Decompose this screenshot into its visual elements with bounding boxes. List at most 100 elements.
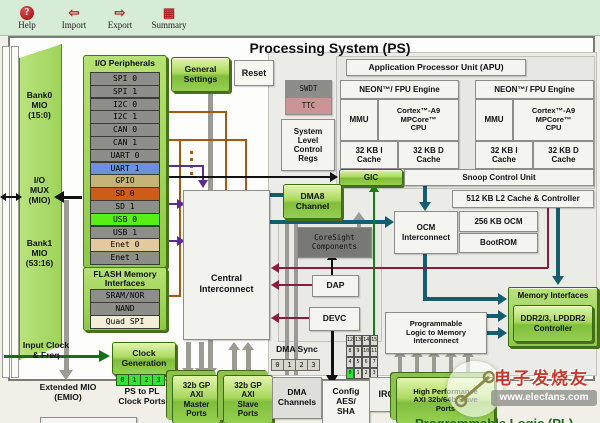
devc-box: DEVC (309, 307, 360, 331)
arrowhead (498, 293, 507, 305)
irq-cell[interactable]: 15 (370, 335, 379, 346)
gic-button[interactable]: GIC (339, 169, 403, 186)
arrowhead (198, 180, 208, 188)
ddr-controller-button[interactable]: DDR2/3, LPDDR2 Controller (513, 305, 593, 342)
irq-cell-active[interactable]: 0 (346, 368, 355, 379)
line (279, 267, 548, 269)
peripheral-gpio[interactable]: GPIO (90, 174, 160, 188)
flash-nand[interactable]: NAND (90, 302, 160, 316)
line (398, 356, 402, 376)
mmu-right: MMU (475, 99, 513, 141)
irq-cell[interactable]: 13 (354, 335, 363, 346)
input-clock-label: Input Clock & Freq (22, 340, 70, 361)
flash-quad-spi[interactable]: Quad SPI (90, 315, 160, 329)
icache-right: 32 KB I Cache (475, 141, 533, 169)
irq-cell[interactable]: 7 (370, 357, 379, 368)
dcache-left: 32 KB D Cache (398, 141, 459, 169)
irq-cell[interactable]: 4 (346, 357, 355, 368)
ttc-box: TTC (285, 97, 332, 115)
import-button[interactable]: ⇦ Import (52, 2, 96, 33)
peripheral-spi0[interactable]: SPI 0 (90, 72, 160, 86)
peripheral-spi1[interactable]: SPI 1 (90, 84, 160, 99)
line (423, 252, 427, 299)
arrowhead (271, 280, 279, 290)
flash-sram-nor[interactable]: SRAM/NOR (90, 289, 160, 303)
line (279, 317, 309, 319)
irq-cell[interactable]: 8 (346, 346, 355, 357)
arrowhead (552, 276, 564, 285)
general-settings-button[interactable]: General Settings (171, 57, 230, 92)
peripheral-enet0[interactable]: Enet 0 (90, 238, 160, 252)
arrowhead (419, 202, 431, 211)
flash-header: FLASH Memory Interfaces (93, 269, 157, 289)
arrowhead (330, 172, 338, 182)
export-arrow-icon: ⇨ (114, 5, 126, 20)
irq-cell[interactable]: 10 (362, 346, 371, 357)
irq-cell[interactable]: 9 (354, 346, 363, 357)
dma8-channel-button[interactable]: DMA8 Channel (283, 184, 342, 219)
export-label: Export (107, 20, 133, 30)
apu-header: Application Processor Unit (APU) (346, 59, 526, 76)
pl-partial-box (40, 417, 137, 423)
mio-pin-strip (11, 46, 19, 378)
peripheral-usb1[interactable]: USB 1 (90, 225, 160, 240)
watermark-url: www.elecfans.com (491, 390, 597, 406)
clock-generation-button[interactable]: Clock Generation (112, 342, 176, 375)
export-button[interactable]: ⇨ Export (98, 2, 142, 33)
zynq-ps-configuration-screen: ? Help ⇦ Import ⇨ Export ▦ Summary Proce… (0, 0, 600, 423)
peripheral-sd1[interactable]: SD 1 (90, 200, 160, 214)
line (432, 356, 436, 376)
dma-sync-port-3[interactable]: 3 (307, 359, 320, 371)
arrowhead (99, 350, 110, 362)
irq-cell[interactable]: 5 (354, 357, 363, 368)
arrowhead (353, 212, 365, 220)
dot (190, 158, 193, 161)
irq-cell[interactable]: 14 (362, 335, 371, 346)
line (166, 111, 226, 113)
page-title: Processing System (PS) (249, 40, 411, 56)
bootrom-box: BootROM (459, 233, 538, 253)
peripheral-usb0[interactable]: USB 0 (90, 212, 160, 227)
line (245, 139, 247, 191)
arrowhead (59, 370, 73, 380)
line (186, 342, 191, 370)
bank0-mio-label: Bank0 MIO (15:0) (26, 90, 53, 121)
help-icon: ? (20, 5, 34, 20)
irq-cell[interactable]: 1 (354, 368, 363, 379)
memory-interfaces-header: Memory Interfaces (517, 291, 589, 300)
line (556, 207, 560, 277)
peripheral-can0[interactable]: CAN 0 (90, 123, 160, 137)
peripheral-can1[interactable]: CAN 1 (90, 136, 160, 150)
watermark-name: 电子发烧友 (494, 369, 589, 388)
line (423, 185, 427, 203)
dap-box: DAP (312, 275, 359, 297)
arrowhead (242, 342, 254, 350)
line (270, 220, 386, 224)
flash-memory-block: FLASH Memory Interfaces SRAM/NOR NAND Qu… (83, 267, 167, 331)
l2-cache-box: 512 KB L2 Cache & Controller (452, 190, 594, 208)
peripheral-uart0[interactable]: UART 0 (90, 148, 160, 163)
gp-axi-slave-ports[interactable]: 32b GP AXI Slave Ports (223, 375, 273, 423)
peripheral-uart1[interactable]: UART 1 (90, 161, 160, 176)
peripheral-i2c0[interactable]: I2C 0 (90, 97, 160, 112)
reset-button[interactable]: Reset (234, 60, 274, 86)
import-arrow-icon: ⇦ (68, 5, 80, 20)
summary-button[interactable]: ▦ Summary (144, 2, 194, 33)
irq-cell[interactable]: 11 (370, 346, 379, 357)
peripheral-sd0[interactable]: SD 0 (90, 187, 160, 201)
cortex-a9-right: Cortex™-A9 MPCore™ CPU (513, 99, 594, 141)
help-button[interactable]: ? Help (8, 2, 46, 33)
gp-axi-master-ports[interactable]: 32b GP AXI Master Ports (172, 375, 221, 423)
mio-pin-strip (2, 46, 10, 378)
config-aes-sha-box: Config AES/ SHA (322, 380, 370, 423)
line (179, 139, 181, 297)
peripheral-enet1[interactable]: Enet 1 (90, 251, 160, 265)
irq-cell[interactable]: 6 (362, 357, 371, 368)
line (166, 295, 179, 297)
line (270, 193, 283, 197)
irq-cell[interactable]: 12 (346, 335, 355, 346)
arrowhead (271, 313, 279, 323)
peripheral-i2c1[interactable]: I2C 1 (90, 110, 160, 124)
central-interconnect-box: Central Interconnect (183, 190, 270, 340)
ps-pl-clock-port-3[interactable]: 3 (152, 374, 165, 386)
